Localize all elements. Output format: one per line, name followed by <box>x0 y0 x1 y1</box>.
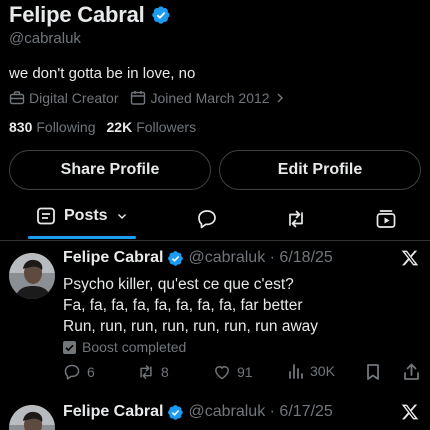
post-header: Felipe Cabral @cabraluk · 6/17/25 <box>63 403 333 421</box>
post-text-line: Run, run, run, run, run, run, run away <box>63 318 319 335</box>
avatar[interactable] <box>9 405 55 430</box>
tab-posts-label: Posts <box>64 207 108 224</box>
like-icon <box>213 363 231 381</box>
profile-tabs: Posts <box>0 198 430 240</box>
profile-handle: @cabraluk <box>9 30 81 47</box>
edit-profile-button[interactable]: Edit Profile <box>219 150 421 190</box>
post-text-line: Fa, fa, fa, fa, fa, fa, fa, fa, far bett… <box>63 297 303 314</box>
views-icon <box>288 363 304 379</box>
like-button[interactable]: 91 <box>213 363 253 381</box>
tabs-divider <box>0 240 430 241</box>
boost-status-label: Boost completed <box>82 339 187 355</box>
post-author-name[interactable]: Felipe Cabral <box>63 249 163 267</box>
post-header: Felipe Cabral @cabraluk · 6/18/25 <box>63 249 333 267</box>
reply-icon <box>63 363 81 381</box>
profile-meta: Digital Creator Joined March 2012 <box>9 90 286 106</box>
bookmark-icon <box>365 363 381 381</box>
following-count[interactable]: 830 <box>9 119 32 135</box>
follow-stats: 830 Following 22K Followers <box>9 119 207 135</box>
reply-button[interactable]: 6 <box>63 363 95 381</box>
boost-status: Boost completed <box>63 339 186 355</box>
retweet-icon <box>137 363 155 381</box>
verified-badge-icon <box>151 5 171 25</box>
profile-name-row: Felipe Cabral <box>9 2 171 28</box>
x-logo-icon[interactable] <box>401 249 419 267</box>
followers-count[interactable]: 22K <box>107 119 133 135</box>
verified-badge-icon <box>167 250 184 267</box>
repost-button[interactable]: 8 <box>137 363 169 381</box>
post-text: Psycho killer, qu'est ce que c'est? Fa, … <box>63 274 318 337</box>
reply-count: 6 <box>87 364 95 380</box>
x-logo-icon[interactable] <box>401 403 419 421</box>
profile-joined-label: Joined March 2012 <box>150 90 270 106</box>
media-icon[interactable] <box>375 208 397 230</box>
profile-name: Felipe Cabral <box>9 2 145 27</box>
verified-badge-icon <box>167 404 184 421</box>
views-button[interactable]: 30K <box>288 363 335 379</box>
chevron-right-icon <box>274 92 286 104</box>
post-text-line: Psycho killer, qu'est ce que c'est? <box>63 276 294 293</box>
like-count: 91 <box>237 364 253 380</box>
profile-category: Digital Creator <box>9 90 118 106</box>
boost-check-icon <box>63 340 76 354</box>
profile-category-label: Digital Creator <box>29 90 119 106</box>
repost-count: 8 <box>161 364 169 380</box>
followers-label[interactable]: Followers <box>136 119 196 135</box>
post-handle-date: @cabraluk · 6/17/25 <box>188 403 333 420</box>
calendar-icon <box>130 90 146 106</box>
profile-joined[interactable]: Joined March 2012 <box>130 90 285 106</box>
share-icon <box>403 363 420 381</box>
post-author-name[interactable]: Felipe Cabral <box>63 403 163 421</box>
avatar[interactable] <box>9 253 55 299</box>
view-count: 30K <box>310 363 335 379</box>
chevron-down-icon <box>116 210 128 222</box>
posts-icon <box>36 206 56 226</box>
tab-posts[interactable]: Posts <box>36 206 128 226</box>
briefcase-icon <box>9 90 25 106</box>
profile-bio: we don't gotta be in love, no <box>9 65 196 82</box>
retweet-icon[interactable] <box>285 208 307 230</box>
post-handle-date: @cabraluk · 6/18/25 <box>188 249 333 266</box>
share-button[interactable] <box>403 363 420 381</box>
following-label[interactable]: Following <box>36 119 95 135</box>
bookmark-button[interactable] <box>365 363 381 381</box>
replies-icon[interactable] <box>196 208 218 230</box>
post-actions: 6 8 91 30K <box>0 363 430 383</box>
active-tab-indicator <box>28 236 136 239</box>
share-profile-button[interactable]: Share Profile <box>9 150 211 190</box>
